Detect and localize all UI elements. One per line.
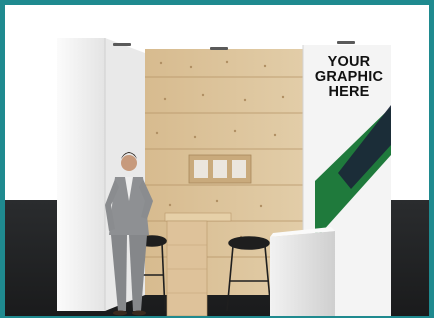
podium-counter — [270, 227, 335, 316]
left-side-wall — [57, 38, 105, 311]
booth-scene — [5, 5, 429, 316]
graphic-placeholder-text: YOUR GRAPHIC HERE — [314, 54, 384, 100]
brochure-holder — [188, 154, 252, 184]
image-frame: YOUR GRAPHIC HERE — [0, 0, 434, 318]
